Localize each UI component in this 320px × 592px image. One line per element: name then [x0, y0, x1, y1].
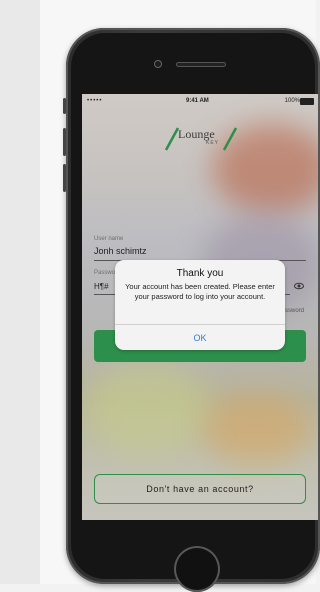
volume-down-button [63, 164, 66, 192]
page-left-panel [0, 0, 41, 584]
background-blur [82, 364, 212, 454]
logo-subtext: KEY [206, 140, 220, 146]
mute-switch [63, 98, 66, 114]
alert-divider [115, 324, 285, 325]
volume-up-button [63, 128, 66, 156]
eye-icon[interactable] [294, 281, 304, 291]
battery-icon [300, 98, 314, 105]
alert-dialog: Thank you Your account has been created.… [115, 260, 285, 350]
ok-button[interactable]: OK [115, 326, 285, 350]
battery-percent: 100% [284, 98, 300, 104]
background-blur [202, 394, 312, 464]
status-bar: ••••• 9:41 AM 100% [82, 94, 318, 108]
speaker-grille [176, 62, 226, 67]
home-button[interactable] [174, 546, 220, 592]
signal-indicator: ••••• [87, 98, 103, 104]
alert-title: Thank you [176, 268, 224, 279]
status-time: 9:41 AM [186, 98, 209, 104]
alert-message: Your account has been created. Please en… [125, 282, 275, 301]
signup-button[interactable]: Don't have an account? [94, 474, 306, 504]
front-camera [154, 60, 162, 68]
forgot-password-link[interactable]: ssword [285, 308, 304, 314]
username-input[interactable]: Jonh schimtz [94, 246, 147, 256]
username-label: User name [94, 236, 124, 242]
app-screen: ••••• 9:41 AM 100% Lounge KEY User name … [82, 94, 318, 520]
password-input[interactable]: H¶# [94, 282, 109, 291]
